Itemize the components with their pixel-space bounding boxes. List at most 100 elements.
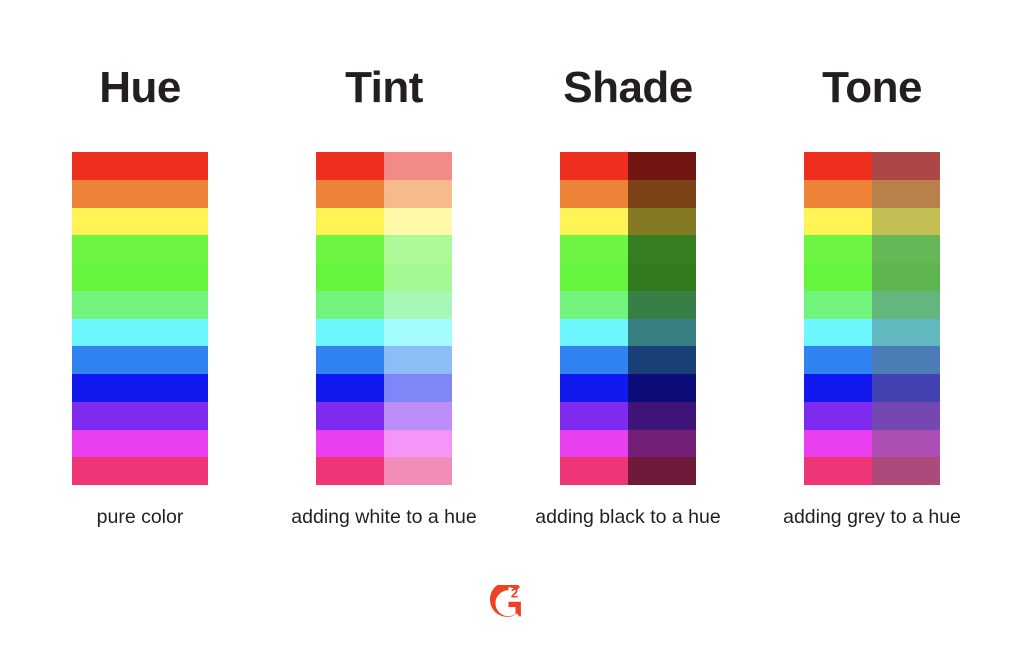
- color-swatch-hue: [72, 152, 208, 485]
- color-band: [804, 374, 940, 402]
- color-cell-variant: [872, 346, 940, 374]
- color-band: [560, 457, 696, 485]
- color-cell-base: [316, 152, 384, 180]
- color-cell-variant: [384, 207, 452, 236]
- color-band: [316, 429, 452, 458]
- color-band: [804, 290, 940, 319]
- color-column-hue: Hue pure color: [18, 0, 262, 652]
- color-swatch-shade: [560, 152, 696, 485]
- color-cell-base: [72, 179, 208, 208]
- color-band: [804, 429, 940, 458]
- color-cell-base: [316, 263, 384, 291]
- color-cell-base: [316, 457, 384, 485]
- color-cell-variant: [384, 290, 452, 319]
- color-band: [72, 152, 208, 180]
- color-cell-base: [804, 290, 872, 319]
- column-caption-shade: adding black to a hue: [535, 506, 721, 528]
- color-cell-base: [804, 235, 872, 263]
- column-heading-hue: Hue: [99, 63, 181, 112]
- color-band: [316, 235, 452, 263]
- color-theory-infographic: Hue pure color Tint adding white to a hue Sh…: [0, 0, 1014, 652]
- color-band: [804, 179, 940, 208]
- color-cell-base: [560, 401, 628, 430]
- color-band: [72, 346, 208, 374]
- color-cell-variant: [384, 318, 452, 347]
- color-band: [72, 374, 208, 402]
- color-column-tint: Tint adding white to a hue: [262, 0, 506, 652]
- color-swatch-tone: [804, 152, 940, 485]
- color-cell-base: [316, 290, 384, 319]
- color-band: [560, 179, 696, 208]
- color-cell-variant: [872, 290, 940, 319]
- color-cell-base: [560, 374, 628, 402]
- column-heading-tint: Tint: [345, 63, 423, 112]
- color-band: [560, 263, 696, 291]
- color-band: [560, 207, 696, 236]
- color-band: [316, 457, 452, 485]
- color-cell-base: [560, 179, 628, 208]
- color-band: [316, 207, 452, 236]
- color-cell-base: [560, 263, 628, 291]
- color-band: [804, 263, 940, 291]
- color-cell-base: [804, 346, 872, 374]
- color-cell-base: [316, 235, 384, 263]
- color-band: [316, 401, 452, 430]
- color-band: [316, 152, 452, 180]
- color-cell-base: [72, 429, 208, 458]
- color-band: [804, 457, 940, 485]
- column-caption-tint: adding white to a hue: [291, 506, 477, 528]
- color-cell-base: [804, 374, 872, 402]
- color-band: [72, 207, 208, 236]
- color-cell-variant: [628, 429, 696, 458]
- color-cell-base: [804, 179, 872, 208]
- color-band: [560, 290, 696, 319]
- color-band: [72, 290, 208, 319]
- color-cell-base: [560, 429, 628, 458]
- color-cell-base: [316, 401, 384, 430]
- column-heading-shade: Shade: [563, 63, 693, 112]
- color-cell-base: [316, 179, 384, 208]
- column-caption-hue: pure color: [96, 506, 184, 528]
- color-band: [560, 346, 696, 374]
- color-cell-variant: [384, 457, 452, 485]
- color-cell-base: [316, 207, 384, 236]
- color-band: [316, 263, 452, 291]
- color-cell-base: [72, 152, 208, 180]
- color-column-shade: Shade adding black to a hue: [506, 0, 750, 652]
- color-cell-variant: [628, 374, 696, 402]
- color-cell-variant: [628, 179, 696, 208]
- color-cell-variant: [872, 318, 940, 347]
- color-cell-variant: [872, 429, 940, 458]
- color-cell-variant: [628, 235, 696, 263]
- color-band: [72, 179, 208, 208]
- color-cell-base: [72, 401, 208, 430]
- color-cell-variant: [384, 374, 452, 402]
- color-swatch-tint: [316, 152, 452, 485]
- color-cell-base: [316, 374, 384, 402]
- color-band: [560, 318, 696, 347]
- color-cell-base: [560, 318, 628, 347]
- color-cell-base: [560, 207, 628, 236]
- color-cell-base: [72, 457, 208, 485]
- color-cell-base: [804, 263, 872, 291]
- color-cell-base: [804, 207, 872, 236]
- color-cell-base: [560, 346, 628, 374]
- color-cell-variant: [628, 457, 696, 485]
- color-cell-base: [804, 152, 872, 180]
- color-band: [72, 318, 208, 347]
- color-cell-variant: [628, 346, 696, 374]
- column-caption-tone: adding grey to a hue: [783, 506, 961, 528]
- color-band: [560, 152, 696, 180]
- color-cell-variant: [384, 346, 452, 374]
- color-cell-variant: [384, 263, 452, 291]
- color-cell-variant: [872, 263, 940, 291]
- color-band: [804, 346, 940, 374]
- color-cell-variant: [628, 318, 696, 347]
- color-cell-base: [316, 346, 384, 374]
- color-cell-variant: [872, 207, 940, 236]
- color-cell-variant: [384, 235, 452, 263]
- color-band: [72, 401, 208, 430]
- color-cell-variant: [628, 207, 696, 236]
- color-band: [560, 374, 696, 402]
- color-cell-variant: [872, 457, 940, 485]
